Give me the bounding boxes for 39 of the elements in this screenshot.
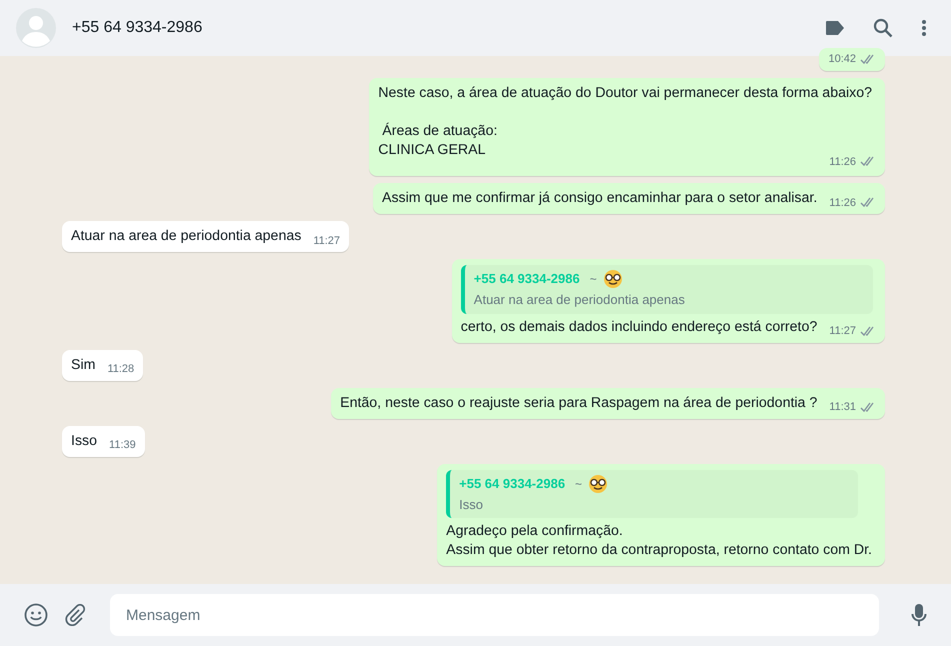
message-time: 11:27 [829, 324, 856, 339]
message-text: Assim que me confirmar já consigo encaminhar para o setor analisar. [382, 189, 818, 208]
message-time: 10:42 [828, 52, 856, 67]
search-icon[interactable] [873, 18, 893, 38]
double-check-icon [860, 156, 876, 168]
author-tilde: ~ [590, 271, 597, 288]
double-check-icon [860, 326, 876, 337]
glasses-face-icon [588, 474, 608, 494]
message-text: Agradeço pela confirmação. Assim que obter retorno da contraproposta, retorno contato com Dr. [446, 522, 873, 560]
double-check-icon [860, 54, 876, 65]
contact-name[interactable]: +55 64 9334-2986 [72, 16, 202, 40]
paperclip-icon[interactable] [64, 604, 86, 626]
message-text: Sim [71, 356, 96, 374]
message-text: Neste caso, a área de atuação do Doutor vai permanecer desta forma abaixo? Áreas de atuação: CLINICA GERAL [378, 84, 873, 158]
message-text: Isso [71, 432, 98, 450]
quoted-message[interactable]: +55 64 9334-2986 ~ Atuar na area de periodontia apenas [460, 265, 873, 314]
message-time: 11:39 [109, 438, 136, 453]
message-text: Então, neste caso o reajuste seria para Raspagem na área de periodontia ? [340, 394, 818, 412]
quoted-message[interactable]: +55 64 9334-2986 ~ Isso [446, 470, 858, 518]
double-check-icon [860, 197, 876, 208]
quoted-author: +55 64 9334-2986 [459, 474, 566, 493]
quoted-text: Atuar na area de periodontia apenas [474, 291, 686, 309]
message-text: Atuar na area de periodontia apenas [71, 227, 302, 246]
message-time: 11:26 [829, 154, 856, 170]
author-tilde: ~ [575, 476, 582, 492]
menu-icon[interactable] [921, 19, 927, 37]
message-time: 11:28 [107, 362, 134, 377]
message-input[interactable]: Mensagem [110, 594, 879, 636]
quoted-text: Isso [459, 496, 484, 514]
smiley-icon[interactable] [24, 603, 48, 627]
quoted-author: +55 64 9334-2986 [474, 270, 580, 288]
label-icon[interactable] [825, 20, 845, 36]
double-check-icon [860, 402, 876, 413]
message-text: certo, os demais dados incluindo endereço está correto? [460, 318, 818, 336]
message-time: 11:26 [829, 196, 856, 210]
microphone-icon[interactable] [911, 603, 927, 627]
glasses-face-icon [602, 269, 623, 289]
message-time: 11:31 [829, 400, 856, 415]
message-time: 11:27 [313, 234, 340, 248]
